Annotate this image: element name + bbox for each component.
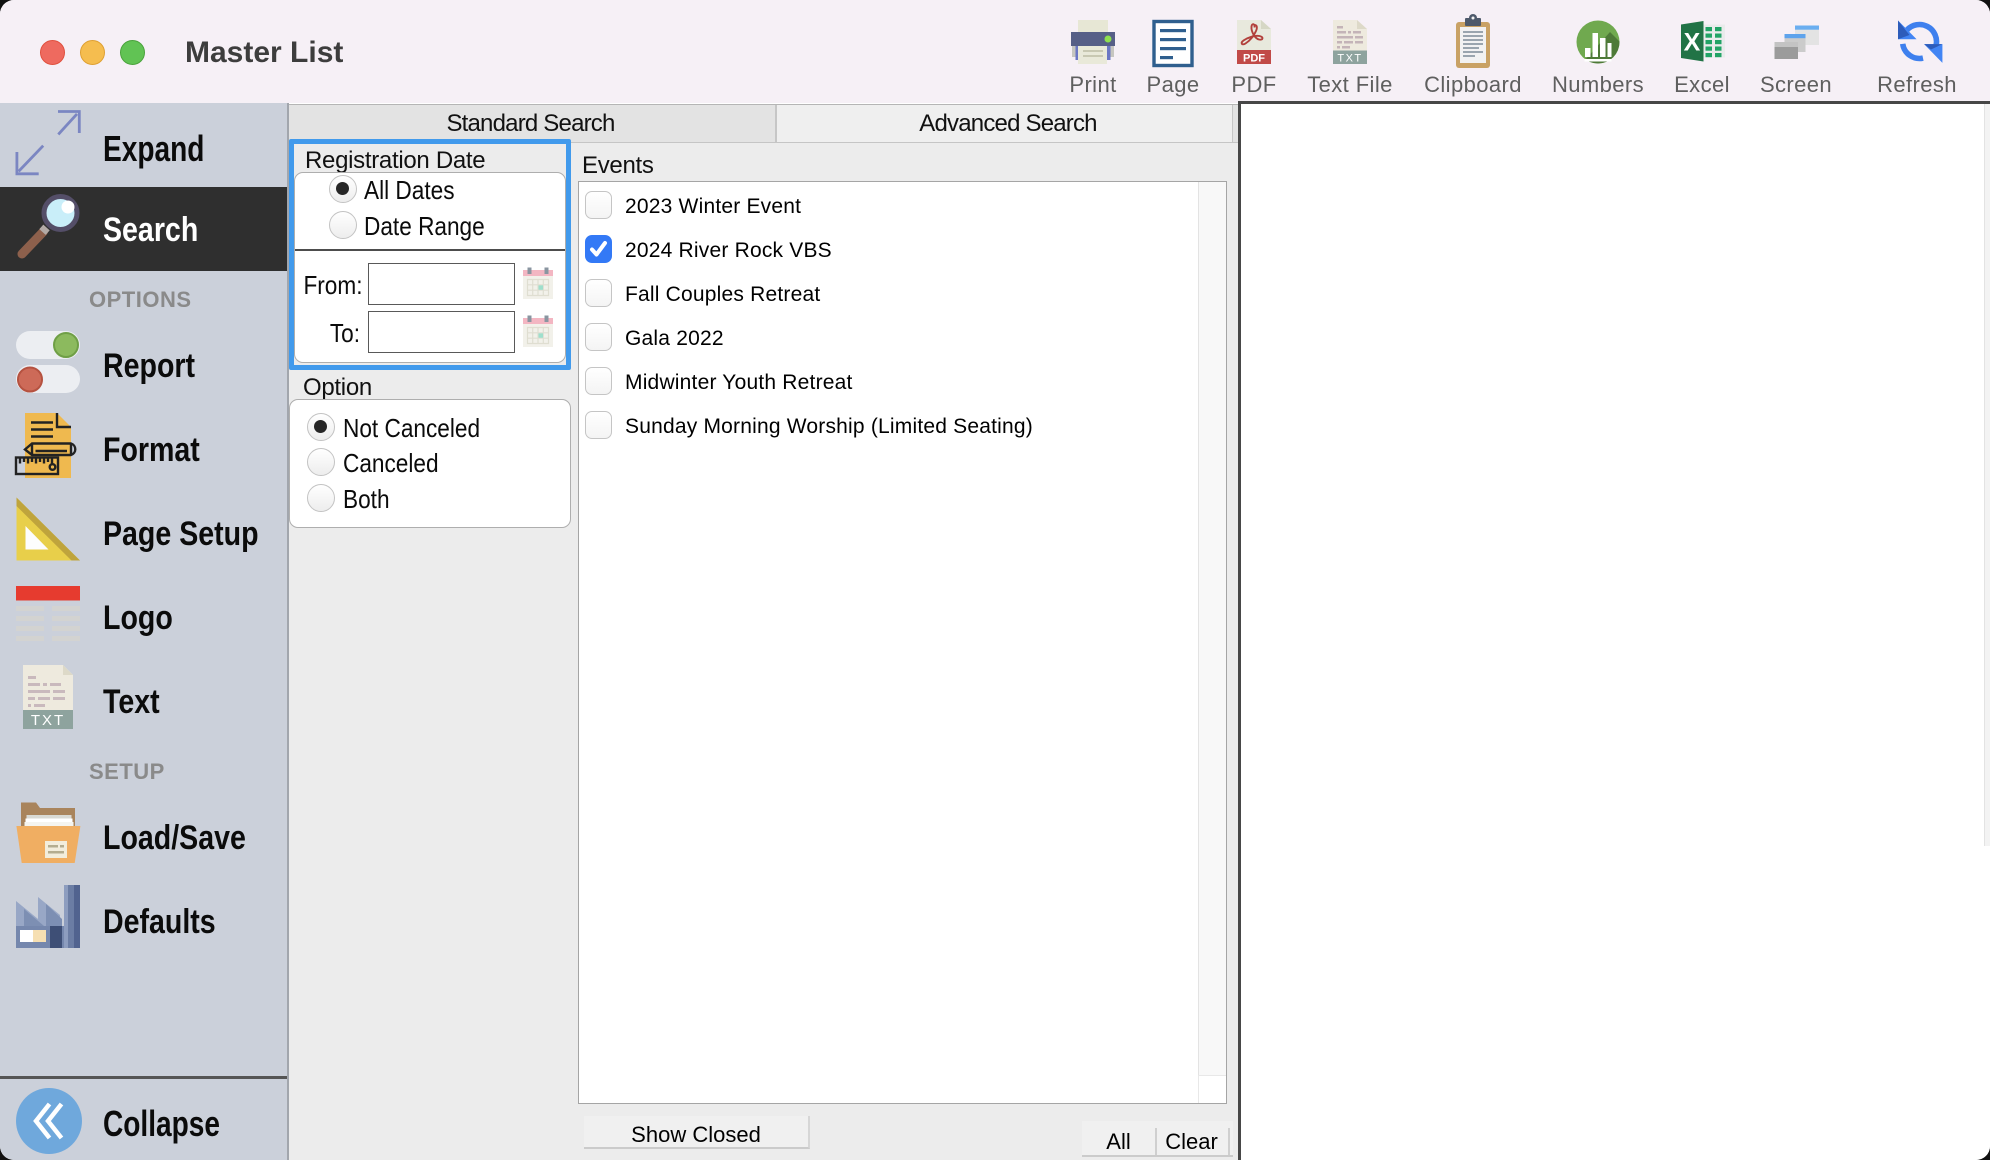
svg-text:PDF: PDF [1243, 53, 1265, 65]
svg-text:TXT: TXT [31, 712, 65, 729]
svg-text:X: X [1684, 29, 1701, 57]
svg-text:TXT: TXT [1337, 53, 1362, 65]
